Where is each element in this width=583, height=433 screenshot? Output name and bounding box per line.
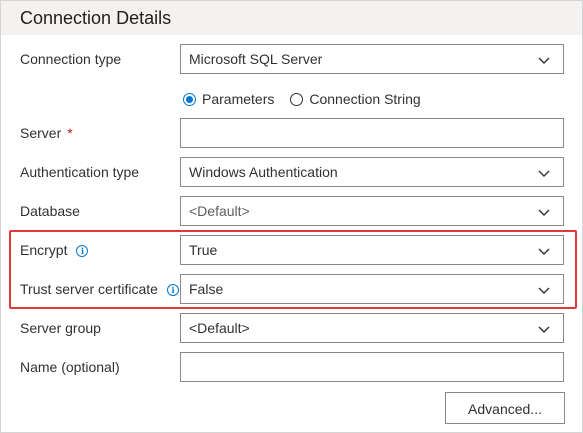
panel-header: Connection Details bbox=[1, 1, 582, 35]
parameters-radio[interactable] bbox=[183, 92, 196, 106]
connection-type-label: Connection type bbox=[20, 51, 122, 67]
auth-type-value: Windows Authentication bbox=[189, 164, 338, 180]
database-label: Database bbox=[20, 203, 80, 219]
server-label-text: Server bbox=[20, 125, 62, 141]
chevron-down-icon bbox=[538, 170, 550, 177]
page-title: Connection Details bbox=[20, 8, 172, 28]
required-asterisk: * bbox=[67, 125, 73, 141]
connection-details-panel: Connection Details Connection type Micro… bbox=[0, 0, 583, 433]
database-value: <Default> bbox=[189, 203, 250, 219]
database-dropdown[interactable]: <Default> bbox=[180, 196, 564, 226]
connection-string-radio[interactable] bbox=[290, 92, 304, 106]
server-group-dropdown[interactable]: <Default> bbox=[180, 313, 564, 343]
server-label: Server * bbox=[20, 125, 73, 141]
server-input[interactable] bbox=[180, 118, 564, 148]
auth-type-label: Authentication type bbox=[20, 164, 140, 180]
parameters-radio-label[interactable]: Parameters bbox=[202, 91, 274, 107]
connection-type-dropdown[interactable]: Microsoft SQL Server bbox=[180, 44, 564, 74]
chevron-down-icon bbox=[538, 209, 550, 216]
connection-type-value: Microsoft SQL Server bbox=[189, 51, 323, 67]
connection-string-radio-label[interactable]: Connection String bbox=[309, 91, 420, 107]
server-group-label: Server group bbox=[20, 320, 101, 336]
name-input[interactable] bbox=[180, 352, 564, 382]
auth-type-dropdown[interactable]: Windows Authentication bbox=[180, 157, 564, 187]
connection-mode-radio-group: Parameters Connection String bbox=[183, 90, 437, 108]
highlight-box bbox=[9, 230, 577, 309]
chevron-down-icon bbox=[538, 57, 550, 64]
advanced-button[interactable]: Advanced... bbox=[445, 392, 565, 424]
chevron-down-icon bbox=[538, 326, 550, 333]
server-group-value: <Default> bbox=[189, 320, 250, 336]
name-label: Name (optional) bbox=[20, 359, 120, 375]
